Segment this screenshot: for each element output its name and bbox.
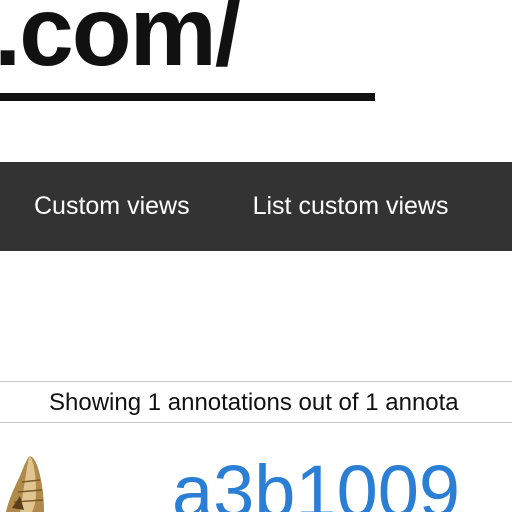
annotation-thumbnail[interactable] bbox=[0, 452, 48, 512]
specimen-thumbnail-image bbox=[6, 456, 44, 512]
results-status-bar: Showing 1 annotations out of 1 annota bbox=[0, 381, 512, 423]
results-count-text: Showing 1 annotations out of 1 annota bbox=[49, 389, 459, 416]
annotation-id-link[interactable]: a3b1009 bbox=[172, 455, 460, 512]
site-title-link[interactable]: .com/ bbox=[0, 0, 242, 80]
navbar: Custom views List custom views bbox=[0, 162, 512, 251]
nav-list-custom-views[interactable]: List custom views bbox=[253, 192, 449, 221]
page: .com/ Custom views List custom views Sho… bbox=[0, 0, 512, 512]
site-title-underline bbox=[0, 93, 375, 101]
nav-custom-views[interactable]: Custom views bbox=[34, 192, 190, 221]
